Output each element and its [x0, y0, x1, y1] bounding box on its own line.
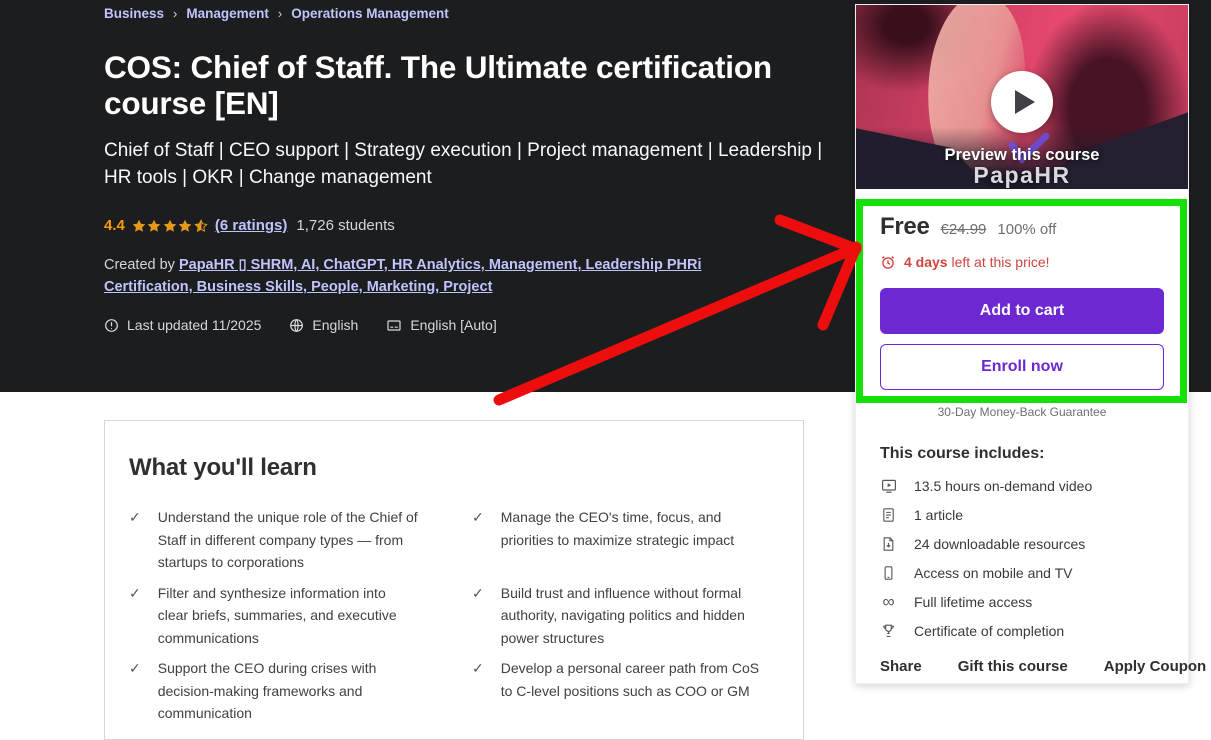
includes-item-text: Access on mobile and TV: [914, 565, 1073, 581]
course-title: COS: Chief of Staff. The Ultimate certif…: [104, 49, 772, 121]
breadcrumb: Business › Management › Operations Manag…: [104, 6, 824, 21]
trophy-icon: [880, 623, 897, 639]
alarm-clock-icon: [880, 254, 896, 270]
breadcrumb-link-management[interactable]: Management: [186, 6, 269, 21]
checkmark-icon: ✓: [129, 509, 141, 525]
checkmark-icon: ✓: [472, 584, 484, 601]
star-icon: [163, 219, 177, 232]
what-youll-learn-title: What you'll learn: [129, 454, 317, 481]
star-half-icon: [194, 218, 208, 232]
includes-item-text: 13.5 hours on-demand video: [914, 478, 1093, 494]
star-icon: [132, 219, 146, 232]
includes-item: 1 article: [880, 507, 1164, 523]
includes-item-text: 24 downloadable resources: [914, 536, 1086, 552]
students-count: 1,726 students: [296, 217, 395, 234]
language-text: English: [312, 317, 359, 333]
captions-text: English [Auto]: [410, 317, 497, 333]
created-by-row: Created by PapaHR ▯ SHRM, AI, ChatGPT, H…: [104, 254, 794, 298]
download-icon: [880, 536, 897, 552]
star-rating-icons: [132, 218, 208, 233]
learn-item-text: Manage the CEO's time, focus, and priori…: [500, 509, 735, 548]
includes-item: 24 downloadable resources: [880, 536, 1164, 552]
checkmark-icon: ✓: [129, 584, 141, 601]
learn-item-text: Develop a personal career path from CoS …: [500, 660, 760, 699]
enroll-now-button[interactable]: Enroll now: [880, 344, 1164, 390]
infinity-icon: ∞: [882, 592, 895, 611]
learn-item-text: Support the CEO during crises with decis…: [157, 660, 377, 721]
learn-item-text: Filter and synthesize information into c…: [157, 584, 397, 646]
learn-item: ✓ Filter and synthesize information into…: [129, 582, 436, 650]
star-icon: [148, 219, 161, 232]
closed-captions-icon: [386, 318, 402, 333]
gift-course-link[interactable]: Gift this course: [958, 658, 1068, 675]
money-back-guarantee: 30-Day Money-Back Guarantee: [937, 405, 1107, 419]
learn-item-text: Build trust and influence without formal…: [500, 584, 745, 646]
last-updated-text: Last updated 11/2025: [127, 317, 262, 333]
learn-item: ✓ Manage the CEO's time, focus, and prio…: [472, 506, 779, 574]
chevron-right-icon: ›: [277, 6, 283, 21]
apply-coupon-link[interactable]: Apply Coupon: [1104, 658, 1206, 675]
checkmark-icon: ✓: [472, 660, 484, 676]
checkmark-icon: ✓: [472, 509, 484, 525]
urgency-banner: 4 days left at this price!: [880, 254, 1164, 270]
brand-logo: PapaHR: [973, 162, 1071, 188]
purchase-sidebar-card: Preview this course PapaHR Free €24.99 1…: [855, 4, 1206, 684]
chevron-right-icon: ›: [173, 6, 178, 21]
breadcrumb-link-operations-management[interactable]: Operations Management: [291, 6, 449, 21]
learn-item: ✓ Build trust and influence without form…: [472, 582, 779, 650]
course-meta-row: Last updated 11/2025 English English [Au…: [104, 317, 824, 333]
learn-item-text: Understand the unique role of the Chief …: [157, 509, 418, 570]
instructor-link[interactable]: PapaHR ▯ SHRM, AI, ChatGPT, HR Analytics…: [104, 257, 702, 295]
includes-item: ∞ Full lifetime access: [880, 592, 1164, 611]
includes-item-text: 1 article: [914, 507, 964, 523]
mobile-icon: [880, 565, 897, 581]
play-button[interactable]: [991, 71, 1053, 133]
includes-item: 13.5 hours on-demand video: [880, 478, 1164, 494]
rating-value: 4.4: [104, 217, 125, 234]
rating-row: 4.4 (6 ratings) 1,726 students: [104, 217, 824, 234]
price-row: Free €24.99 100% off: [880, 213, 1164, 241]
urgency-text: left at this price!: [947, 254, 1050, 270]
includes-item: Certificate of completion: [880, 623, 1164, 639]
learn-item: ✓ Support the CEO during crises with dec…: [129, 657, 436, 725]
includes-item: Access on mobile and TV: [880, 565, 1164, 581]
add-to-cart-button[interactable]: Add to cart: [880, 288, 1164, 334]
what-youll-learn-card: What you'll learn ✓ Understand the uniqu…: [104, 420, 804, 740]
secondary-actions-row: Share Gift this course Apply Coupon: [880, 658, 1206, 675]
learn-items-grid: ✓ Understand the unique role of the Chie…: [129, 506, 779, 725]
created-by-label: Created by: [104, 257, 179, 273]
course-subtitle: Chief of Staff | CEO support | Strategy …: [104, 140, 823, 188]
course-includes-title: This course includes:: [880, 445, 1045, 462]
video-icon: [880, 478, 897, 494]
article-icon: [880, 507, 897, 523]
course-preview-video[interactable]: Preview this course PapaHR: [856, 5, 1188, 189]
includes-item-text: Certificate of completion: [914, 623, 1065, 639]
original-price: €24.99: [940, 221, 987, 238]
course-includes-list: 13.5 hours on-demand video 1 article 24 …: [880, 478, 1164, 639]
current-price: Free: [880, 213, 930, 240]
ratings-count-link[interactable]: (6 ratings): [215, 217, 288, 234]
includes-item-text: Full lifetime access: [914, 594, 1033, 610]
breadcrumb-link-business[interactable]: Business: [104, 6, 164, 21]
play-icon: [1015, 90, 1035, 114]
learn-item: ✓ Develop a personal career path from Co…: [472, 657, 779, 725]
star-icon: [179, 219, 192, 232]
urgency-days: 4 days: [904, 254, 948, 270]
update-alert-icon: [104, 318, 119, 333]
globe-icon: [289, 318, 304, 333]
checkmark-icon: ✓: [129, 660, 141, 676]
discount-percent: 100% off: [997, 221, 1057, 238]
share-link[interactable]: Share: [880, 658, 922, 675]
learn-item: ✓ Understand the unique role of the Chie…: [129, 506, 436, 574]
